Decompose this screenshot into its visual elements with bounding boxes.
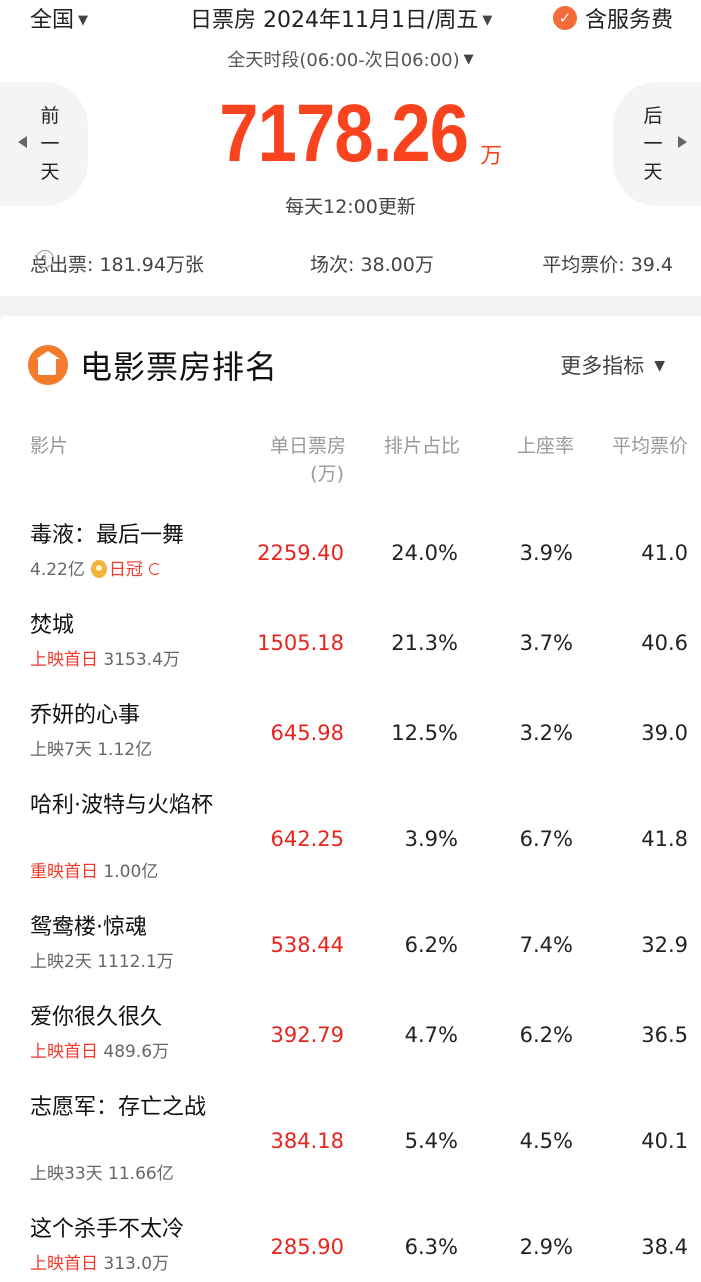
avg-ticket-price: 38.4 (641, 1235, 688, 1259)
column-header-screening-share[interactable]: 排片占比 (372, 432, 460, 460)
cumulative-box-office: 上映2天 1112.1万 (30, 952, 174, 972)
daily-box-office: 2259.40 (257, 541, 344, 565)
film-meta: 上映首日 489.6万 (30, 1040, 169, 1064)
update-note: 每天12:00更新 (285, 196, 416, 218)
occupancy-rate: 7.4% (519, 933, 573, 957)
date-label: 日票房 2024年11月1日/周五 (190, 8, 479, 33)
cumulative-box-office: 1.00亿 (103, 862, 159, 882)
film-title: 焚城 (30, 613, 75, 638)
daily-box-office: 392.79 (270, 1023, 344, 1047)
daily-box-office: 538.44 (270, 933, 344, 957)
screening-share: 3.9% (404, 827, 458, 851)
summary-panel: 全国 ▼ 日票房 2024年11月1日/周五 ▼ ✓ 含服务费 全天时段(06:00… (0, 0, 701, 296)
cinema-icon (28, 345, 68, 385)
tickets-stat-text: 总出票: 181.94万张 (30, 254, 204, 276)
daily-box-office: 384.18 (270, 1129, 344, 1153)
occupancy-rate: 2.9% (519, 1235, 573, 1259)
column-header-box-office-label: 单日票房 (269, 435, 346, 457)
avg-ticket-price: 41.8 (641, 827, 688, 851)
cumulative-box-office: 3153.4万 (103, 650, 180, 670)
daily-box-office: 645.98 (270, 721, 344, 745)
film-meta: 上映7天 1.12亿 (30, 738, 152, 762)
film-title: 爱你很久很久 (30, 1005, 163, 1030)
avg-ticket-price: 40.1 (641, 1129, 688, 1153)
film-title: 这个杀手不太冷 (30, 1217, 185, 1242)
avg-ticket-price: 40.6 (641, 631, 688, 655)
screening-share: 12.5% (391, 721, 458, 745)
film-meta: 上映首日 3153.4万 (30, 648, 180, 672)
region-selector[interactable]: 全国 ▼ (30, 2, 88, 34)
avg-ticket-price: 36.5 (641, 1023, 688, 1047)
caret-down-icon: ▼ (463, 52, 474, 67)
caret-down-icon: ▼ (482, 13, 493, 28)
film-meta: 上映首日 313.0万 (30, 1252, 169, 1276)
film-title: 鸳鸯楼·惊魂 (30, 915, 147, 940)
check-circle-icon: ✓ (552, 6, 577, 30)
screening-share: 21.3% (391, 631, 458, 655)
total-box-office-value: 7178.26 (219, 88, 469, 179)
time-period-label: 全天时段(06:00-次日06:00) (227, 50, 460, 71)
column-header-box-office-unit: (万) (310, 463, 344, 485)
screening-share: 4.7% (404, 1023, 458, 1047)
occupancy-rate: 6.7% (519, 827, 573, 851)
film-meta: 上映2天 1112.1万 (30, 950, 174, 974)
medal-icon (90, 560, 107, 578)
info-icon[interactable]: i (36, 250, 54, 268)
occupancy-rate: 4.5% (519, 1129, 573, 1153)
release-status: 上映首日 (30, 650, 98, 670)
avg-ticket-price: 41.0 (641, 541, 688, 565)
cumulative-box-office: 489.6万 (103, 1042, 170, 1062)
film-meta: 上映33天 11.66亿 (30, 1162, 174, 1186)
shows-stat: 场次: 38.00万 (310, 254, 434, 276)
service-fee-label: 含服务费 (584, 8, 673, 33)
column-header-box-office[interactable]: 单日票房 (万) (256, 432, 346, 488)
film-meta: 重映首日 1.00亿 (30, 860, 158, 884)
column-header-avg-price[interactable]: 平均票价 (596, 432, 688, 460)
avg-ticket-price: 39.0 (641, 721, 688, 745)
total-box-office: 7178.26 万 (0, 86, 701, 182)
more-metrics-button[interactable]: 更多指标 ▼ (560, 350, 665, 380)
occupancy-rate: 3.2% (519, 721, 573, 745)
column-header-film[interactable]: 影片 (30, 432, 68, 460)
total-box-office-unit: 万 (480, 144, 503, 169)
release-status: 上映首日 (30, 1254, 98, 1274)
cumulative-box-office: 313.0万 (103, 1254, 170, 1274)
caret-down-icon: ▼ (78, 13, 89, 28)
film-title: 志愿军：存亡之战 (30, 1095, 207, 1120)
film-title: 哈利·波特与火焰杯 (30, 793, 213, 818)
release-status: 重映首日 (30, 862, 98, 882)
cumulative-box-office: 上映7天 1.12亿 (30, 740, 153, 760)
daily-box-office: 1505.18 (257, 631, 344, 655)
occupancy-rate: 3.9% (519, 541, 573, 565)
screening-share: 6.3% (404, 1235, 458, 1259)
column-header-occupancy[interactable]: 上座率 (496, 432, 574, 460)
film-title: 乔妍的心事 (30, 703, 141, 728)
region-label: 全国 (30, 8, 75, 33)
screening-share: 5.4% (404, 1129, 458, 1153)
film-meta: 4.22亿 日冠 (30, 558, 161, 582)
caret-down-icon: ▼ (654, 358, 665, 374)
occupancy-rate: 6.2% (519, 1023, 573, 1047)
refresh-icon (148, 563, 161, 575)
date-selector[interactable]: 日票房 2024年11月1日/周五 ▼ (190, 2, 492, 34)
film-title: 毒液：最后一舞 (30, 523, 185, 548)
daily-box-office: 285.90 (270, 1235, 344, 1259)
box-office-ranking: 电影票房排名 更多指标 ▼ 影片 单日票房 (万) 排片占比 上座率 平均票价 毒… (0, 316, 701, 1282)
ranking-title: 电影票房排名 (80, 348, 279, 386)
avg-ticket-price: 32.9 (641, 933, 688, 957)
cumulative-box-office: 4.22亿 (30, 560, 85, 580)
screening-share: 24.0% (391, 541, 458, 565)
time-period-selector[interactable]: 全天时段(06:00-次日06:00) ▼ (0, 46, 701, 72)
occupancy-rate: 3.7% (519, 631, 573, 655)
ranking-header: 电影票房排名 (28, 342, 278, 388)
more-metrics-label: 更多指标 (560, 354, 645, 378)
release-status: 上映首日 (30, 1042, 98, 1062)
cumulative-box-office: 上映33天 11.66亿 (30, 1164, 174, 1184)
service-fee-toggle[interactable]: ✓ 含服务费 (552, 2, 673, 34)
avg-price-stat: 平均票价: 39.4 (542, 254, 673, 276)
daily-champion-badge: 日冠 (108, 560, 143, 580)
screening-share: 6.2% (404, 933, 458, 957)
daily-box-office: 642.25 (270, 827, 344, 851)
